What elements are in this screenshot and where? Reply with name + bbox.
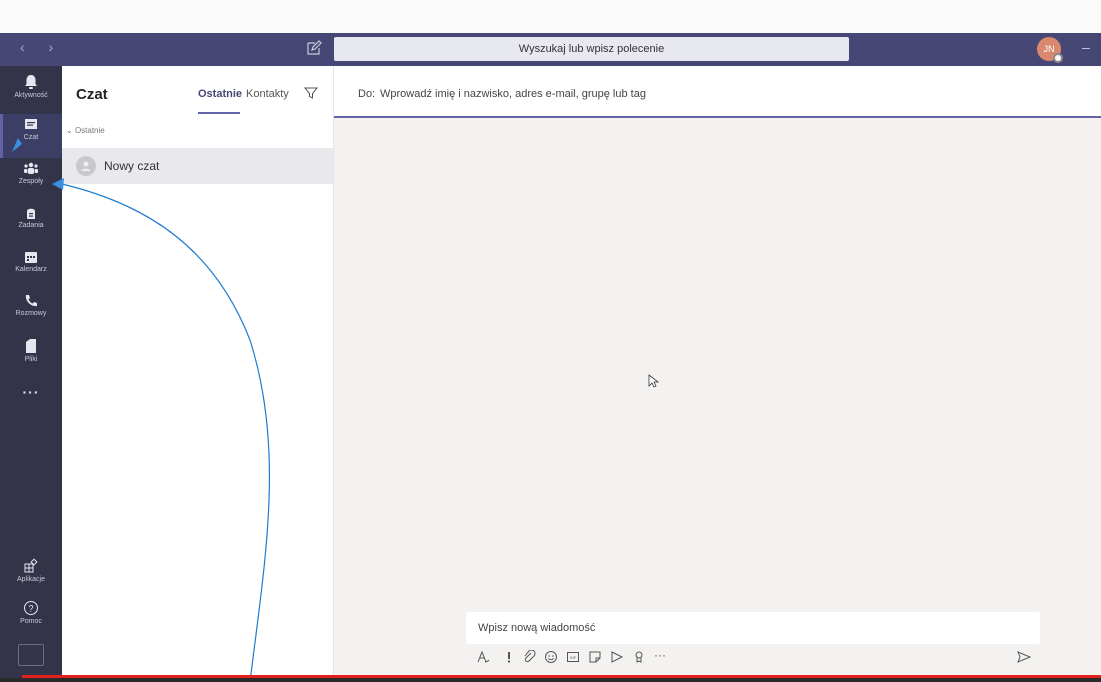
title-bar: ‹ › Wyszukaj lub wpisz polecenie JN – (0, 33, 1101, 66)
apps-icon (24, 558, 38, 573)
presence-icon (1053, 53, 1063, 63)
rail-item-teams[interactable]: Zespoły (0, 158, 62, 202)
praise-icon[interactable] (632, 650, 646, 664)
main-pane: Do: GIF ··· (334, 66, 1101, 676)
chat-item-name: Nowy czat (104, 159, 160, 173)
rail-item-calendar[interactable]: Kalendarz (0, 246, 62, 290)
rail-label: Kalendarz (15, 266, 47, 273)
teams-icon (24, 162, 38, 174)
bottom-strip (0, 678, 1101, 682)
tab-recent[interactable]: Ostatnie (198, 88, 242, 100)
rail-label: Czat (23, 134, 39, 141)
message-composer (466, 612, 1040, 644)
person-icon (81, 161, 91, 171)
bell-icon (25, 75, 37, 89)
nav-arrows[interactable]: ‹ › (20, 39, 63, 55)
important-icon[interactable] (502, 650, 516, 664)
tab-contacts[interactable]: Kontakty (246, 88, 289, 100)
rail-label: Aplikacje (16, 576, 45, 583)
svg-text:GIF: GIF (570, 655, 577, 660)
recipient-input[interactable] (380, 86, 780, 102)
device-icon[interactable] (18, 644, 44, 666)
chat-icon (25, 119, 37, 129)
rail-label: Zadania (18, 222, 44, 229)
send-icon[interactable] (1017, 650, 1031, 664)
rail-label: Zespoły (18, 178, 44, 185)
rail-item-chat[interactable]: Czat (0, 114, 62, 158)
rail-item-help[interactable]: ? Pomoc (0, 596, 62, 640)
filter-icon[interactable] (304, 86, 318, 100)
chevron-down-icon: ⌄ (66, 126, 75, 135)
attach-icon[interactable] (522, 650, 536, 664)
message-input[interactable] (466, 612, 1040, 644)
rail-item-assignments[interactable]: Zadania (0, 202, 62, 246)
user-avatar[interactable]: JN (1037, 37, 1063, 63)
more-options-icon[interactable]: ··· (654, 648, 666, 662)
phone-icon (25, 295, 37, 307)
avatar (76, 156, 96, 176)
rail-label: Pomoc (20, 618, 42, 625)
format-icon[interactable] (476, 650, 490, 664)
mouse-cursor-icon (648, 374, 660, 388)
section-header-recent[interactable]: ⌄ Ostatnie (66, 126, 105, 135)
user-initials: JN (1043, 44, 1055, 54)
emoji-icon[interactable] (544, 650, 558, 664)
help-icon: ? (24, 601, 38, 615)
rail-item-files[interactable]: Pliki (0, 334, 62, 378)
rail-item-calls[interactable]: Rozmowy (0, 290, 62, 334)
assignments-icon (27, 208, 35, 219)
rail-label: Aktywność (14, 92, 48, 99)
file-icon (26, 339, 36, 353)
search-input[interactable]: Wyszukaj lub wpisz polecenie (334, 37, 849, 61)
active-tab-indicator (198, 112, 240, 114)
teams-window: ‹ › Wyszukaj lub wpisz polecenie JN – Ak… (0, 0, 1101, 682)
app-rail: Aktywność Czat Zespoły Zadania Kalendarz… (0, 66, 62, 682)
chat-panel-title: Czat (76, 86, 108, 103)
section-label: Ostatnie (74, 126, 105, 135)
to-label: Do: (358, 88, 376, 100)
more-apps-icon[interactable]: ··· (0, 384, 62, 400)
rail-item-activity[interactable]: Aktywność (0, 70, 62, 114)
sticker-icon[interactable] (588, 650, 602, 664)
rail-item-apps[interactable]: Aplikacje (0, 554, 62, 598)
recipient-bar: Do: (334, 66, 1101, 118)
rail-label: Rozmowy (15, 310, 47, 317)
gif-icon[interactable]: GIF (566, 650, 580, 664)
chat-list-panel: Czat Ostatnie Kontakty ⌄ Ostatnie Nowy c… (62, 66, 334, 676)
rail-label: Pliki (24, 356, 38, 363)
calendar-icon (25, 252, 37, 263)
new-chat-icon[interactable] (306, 40, 322, 56)
minimize-button[interactable]: – (1082, 39, 1090, 55)
svg-text:?: ? (28, 604, 33, 614)
meet-now-icon[interactable] (610, 650, 624, 664)
chat-list-item[interactable]: Nowy czat (62, 148, 333, 184)
